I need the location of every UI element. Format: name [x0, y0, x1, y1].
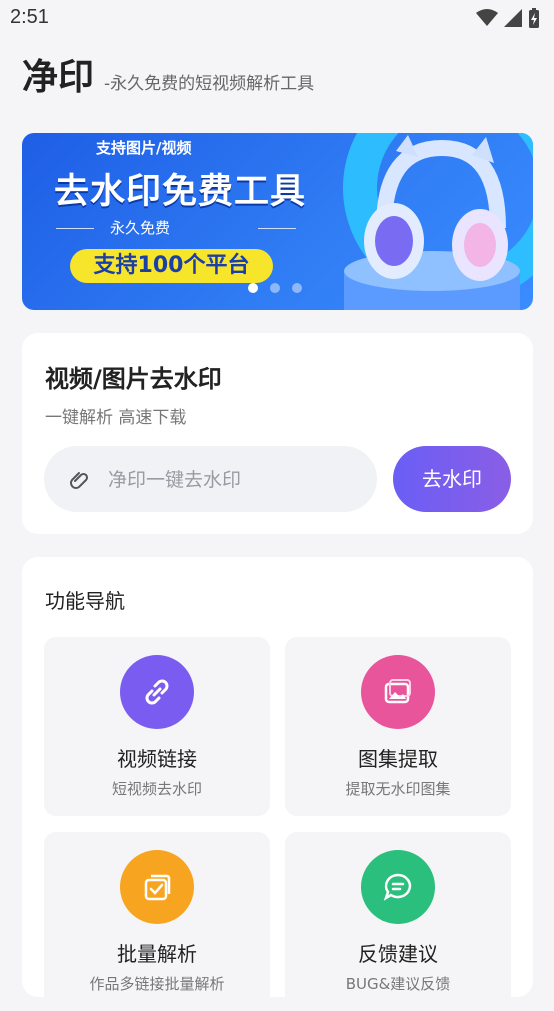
feedback-chat-icon — [383, 873, 412, 901]
battery-icon — [529, 8, 539, 28]
banner-dot-2[interactable] — [270, 283, 280, 293]
gallery-icon-bg — [361, 655, 435, 729]
batch-icon-bg — [120, 850, 194, 924]
banner-free-text: 永久免费 — [110, 219, 171, 237]
nav-tile-batch[interactable]: 批量解析 作品多链接批量解析 — [44, 832, 270, 1011]
feedback-icon-bg — [361, 850, 435, 924]
banner-headline: 去水印免费工具 — [54, 172, 307, 212]
banner-pagination — [248, 283, 302, 293]
nav-tile-video-link[interactable]: 视频链接 短视频去水印 — [44, 637, 270, 816]
paperclip-icon — [70, 472, 89, 489]
link-input[interactable] — [106, 446, 360, 514]
watermark-remove-card: 视频/图片去水印 一键解析 高速下载 去水印 — [22, 333, 533, 534]
gallery-icon — [384, 679, 411, 704]
promo-banner[interactable]: 支持图片/视频 去水印免费工具 永久免费 支持100个平台 — [22, 133, 533, 310]
banner-divider-left — [56, 228, 94, 229]
app-title: 净印 — [22, 57, 95, 98]
headphones-illustration — [344, 135, 520, 310]
app-header: 净印 -永久免费的短视频解析工具 — [22, 56, 314, 100]
status-bar: 2:51 — [0, 0, 554, 36]
link-icon — [145, 679, 169, 705]
wifi-icon — [476, 9, 498, 26]
app-subtitle: -永久免费的短视频解析工具 — [104, 74, 315, 94]
signal-icon — [504, 9, 522, 27]
nav-tile-title: 批量解析 — [117, 942, 197, 966]
card-subtitle: 一键解析 高速下载 — [45, 408, 187, 428]
banner-top-text: 支持图片/视频 — [96, 139, 192, 157]
link-input-wrapper[interactable] — [44, 446, 377, 514]
remove-watermark-button[interactable]: 去水印 — [393, 446, 511, 512]
video-link-icon-bg — [120, 655, 194, 729]
banner-dot-3[interactable] — [292, 283, 302, 293]
nav-tile-desc: 提取无水印图集 — [345, 780, 451, 798]
nav-tile-desc: 短视频去水印 — [111, 780, 202, 798]
banner-platforms-pill: 支持100个平台 — [70, 249, 273, 283]
nav-tile-title: 图集提取 — [358, 747, 438, 771]
banner-divider-right — [258, 228, 296, 229]
feature-nav-card: 功能导航 视频链接 短视频去水印 图集提取 提取无水印图集 批量解析 作品多链接… — [22, 557, 533, 1011]
banner-dot-1[interactable] — [248, 283, 258, 293]
nav-tile-feedback[interactable]: 反馈建议 BUG&建议反馈 — [285, 832, 511, 1011]
nav-tile-title: 反馈建议 — [358, 942, 438, 966]
nav-tile-gallery[interactable]: 图集提取 提取无水印图集 — [285, 637, 511, 816]
status-icons — [476, 8, 540, 28]
nav-tile-title: 视频链接 — [117, 747, 197, 771]
status-time: 2:51 — [10, 6, 49, 28]
card-title: 视频/图片去水印 — [45, 365, 222, 393]
batch-check-icon — [144, 874, 171, 901]
nav-section-title: 功能导航 — [45, 589, 125, 613]
